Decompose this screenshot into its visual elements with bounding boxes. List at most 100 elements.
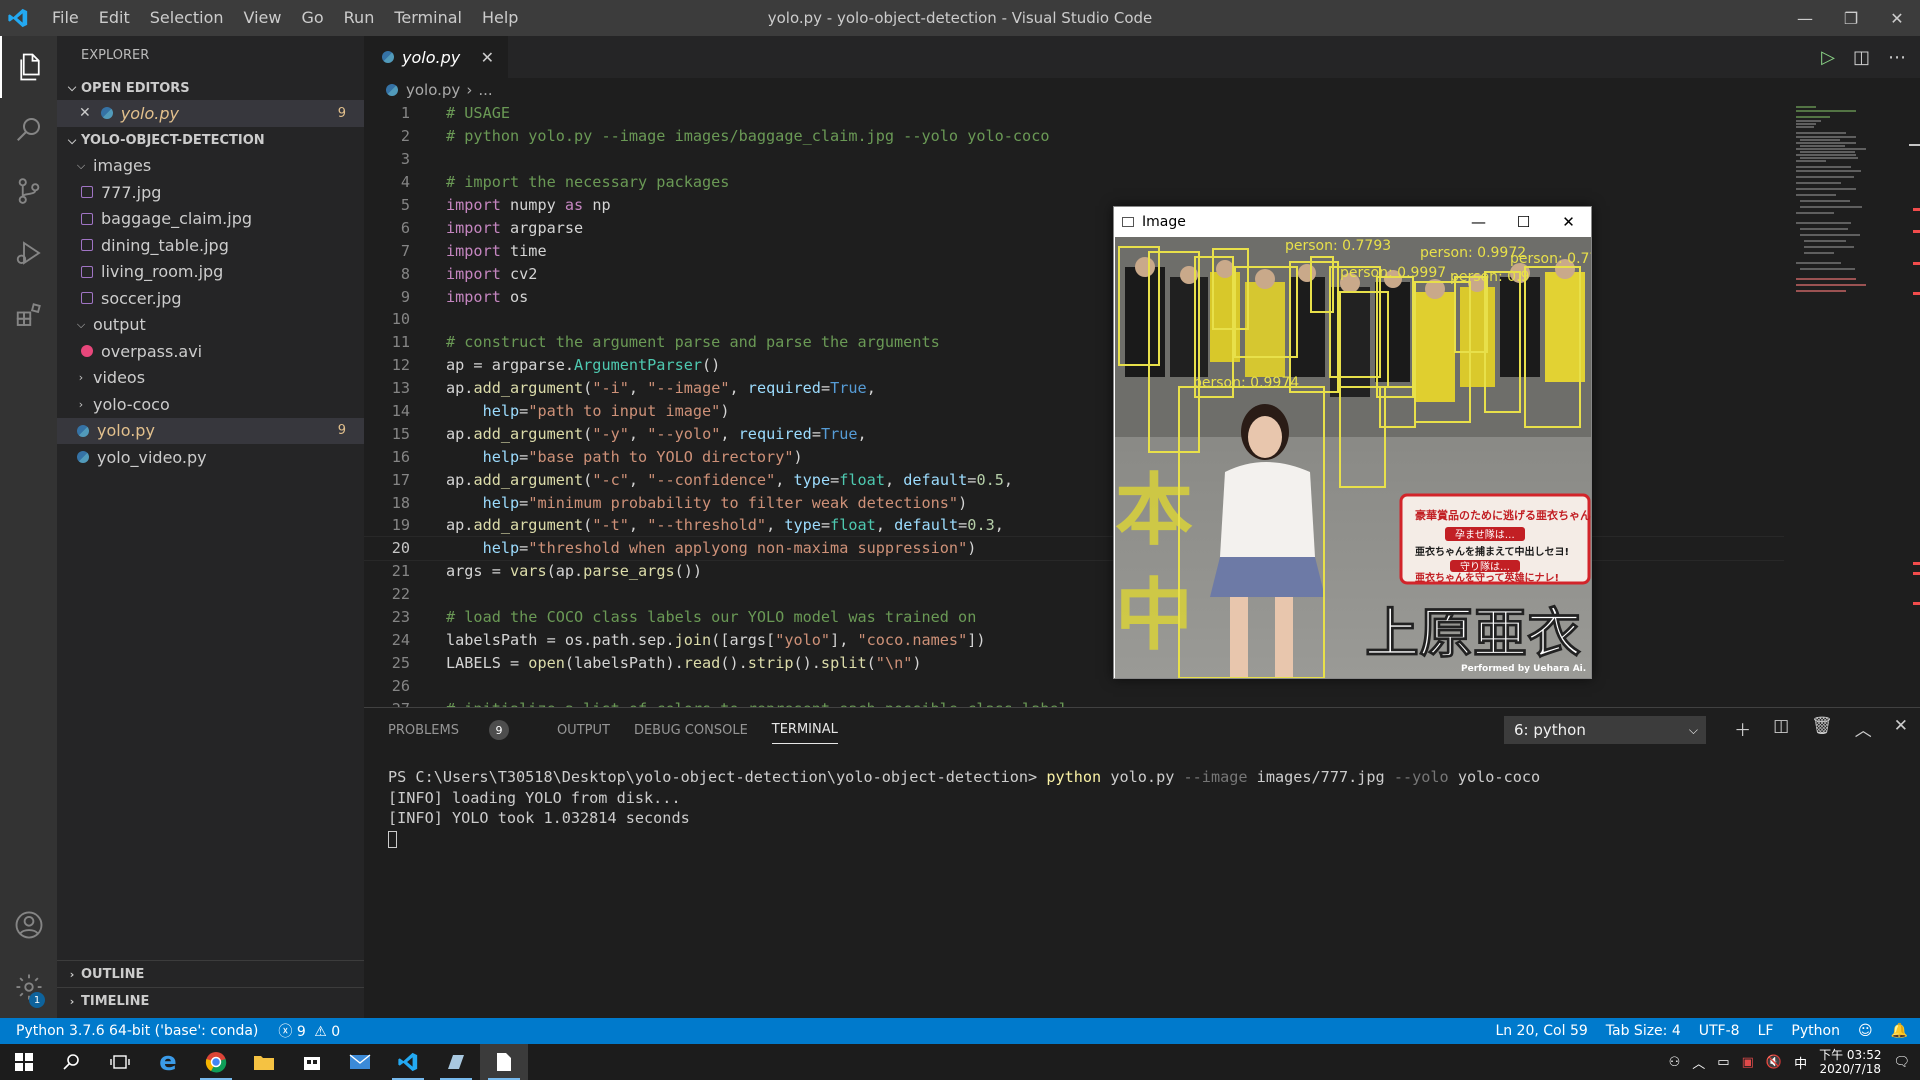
cursor-position[interactable]: Ln 20, Col 59: [1495, 1023, 1587, 1039]
security-icon[interactable]: ▣: [1742, 1055, 1754, 1070]
python-window-icon[interactable]: [432, 1044, 480, 1080]
accounts-icon[interactable]: [0, 894, 57, 956]
search-icon[interactable]: [0, 98, 57, 160]
tree-item-overpass[interactable]: overpass.avi: [57, 338, 364, 365]
outline-section[interactable]: › OUTLINE: [57, 960, 364, 988]
ime-indicator[interactable]: 中: [1794, 1053, 1807, 1072]
tab-terminal[interactable]: TERMINAL: [771, 722, 838, 744]
tab-problems[interactable]: PROBLEMS 9: [388, 720, 533, 740]
terminal-line: [INFO] YOLO took 1.032814 seconds: [388, 809, 690, 827]
new-terminal-icon[interactable]: ＋: [1734, 716, 1751, 741]
tree-item-777[interactable]: 777.jpg: [57, 179, 364, 206]
explorer-icon[interactable]: [0, 36, 57, 98]
chevron-down-icon: ⌵: [76, 317, 86, 331]
tree-folder-output[interactable]: ⌵ output: [57, 312, 364, 339]
svg-text:person: 0.9: person: 0.9: [1450, 269, 1529, 285]
bottom-panel: PROBLEMS 9 OUTPUT DEBUG CONSOLE TERMINAL …: [364, 707, 1920, 1018]
close-tab-icon[interactable]: ✕: [481, 48, 494, 67]
source-control-icon[interactable]: [0, 160, 57, 222]
tab-size[interactable]: Tab Size: 4: [1606, 1023, 1681, 1039]
store-icon[interactable]: [288, 1044, 336, 1080]
minimize-icon[interactable]: —: [1782, 0, 1828, 36]
end-of-line[interactable]: LF: [1758, 1023, 1774, 1039]
task-view-icon[interactable]: [96, 1044, 144, 1080]
minimap[interactable]: [1784, 102, 1904, 707]
editor-actions: ▷ ◫ ⋯: [1821, 36, 1906, 78]
menu-selection[interactable]: Selection: [140, 0, 234, 36]
trash-icon[interactable]: 🗑: [1811, 716, 1833, 741]
more-actions-icon[interactable]: ⋯: [1888, 47, 1906, 68]
open-editors-section[interactable]: ⌵ OPEN EDITORS: [57, 76, 364, 100]
python-file-icon: [77, 451, 89, 464]
close-icon[interactable]: ✕: [1546, 207, 1591, 237]
terminal-output[interactable]: PS C:\Users\T30518\Desktop\yolo-object-d…: [388, 768, 1540, 850]
image-window-controls: — ☐ ✕: [1456, 207, 1591, 237]
menu-terminal[interactable]: Terminal: [384, 0, 472, 36]
python-interpreter[interactable]: Python 3.7.6 64-bit ('base': conda): [16, 1023, 258, 1039]
restore-icon[interactable]: ❐: [1828, 0, 1874, 36]
tree-folder-images[interactable]: ⌵ images: [57, 153, 364, 180]
volume-muted-icon[interactable]: 🔇: [1766, 1055, 1782, 1070]
tree-folder-videos[interactable]: › videos: [57, 365, 364, 392]
tree-item-yolo-py[interactable]: yolo.py 9: [57, 417, 364, 444]
run-debug-icon[interactable]: [0, 222, 57, 284]
people-icon[interactable]: ⚇: [1669, 1055, 1681, 1070]
close-icon[interactable]: ✕: [1874, 0, 1920, 36]
tab-debug-console[interactable]: DEBUG CONSOLE: [634, 723, 748, 738]
notifications-bell-icon[interactable]: 🔔: [1891, 1023, 1908, 1039]
tree-item-yolo-video-py[interactable]: yolo_video.py: [57, 444, 364, 471]
encoding[interactable]: UTF-8: [1699, 1023, 1740, 1039]
breadcrumb-symbol[interactable]: ...: [478, 81, 492, 99]
feedback-icon[interactable]: ☺: [1858, 1023, 1873, 1039]
vscode-logo-icon[interactable]: [0, 0, 36, 36]
chrome-browser-icon[interactable]: [192, 1044, 240, 1080]
menu-run[interactable]: Run: [334, 0, 385, 36]
language-mode[interactable]: Python: [1791, 1023, 1840, 1039]
file-explorer-icon[interactable]: [240, 1044, 288, 1080]
tree-item-dining-table[interactable]: dining_table.jpg: [57, 232, 364, 259]
vscode-taskbar-icon[interactable]: [384, 1044, 432, 1080]
windows-start-icon[interactable]: [0, 1044, 48, 1080]
mail-icon[interactable]: [336, 1044, 384, 1080]
taskbar-search-icon[interactable]: [48, 1044, 96, 1080]
maximize-panel-icon[interactable]: ︿: [1855, 716, 1872, 741]
tree-item-living-room[interactable]: living_room.jpg: [57, 259, 364, 286]
tree-folder-yolo-coco[interactable]: › yolo-coco: [57, 391, 364, 418]
tree-item-baggage-claim[interactable]: baggage_claim.jpg: [57, 206, 364, 233]
menu-go[interactable]: Go: [291, 0, 333, 36]
image-viewer-taskbar-icon[interactable]: [480, 1044, 528, 1080]
menu-view[interactable]: View: [234, 0, 292, 36]
editor-scrollbar[interactable]: [1905, 102, 1920, 707]
breadcrumb-file[interactable]: yolo.py: [406, 81, 460, 99]
tree-item-soccer[interactable]: soccer.jpg: [57, 285, 364, 312]
open-editor-item[interactable]: ✕ yolo.py 9: [57, 100, 364, 127]
project-label: YOLO-OBJECT-DETECTION: [81, 133, 265, 148]
close-editor-icon[interactable]: ✕: [79, 105, 91, 121]
menu-edit[interactable]: Edit: [89, 0, 140, 36]
edge-browser-icon[interactable]: e: [144, 1044, 192, 1080]
tab-output[interactable]: OUTPUT: [557, 723, 610, 738]
detection-image: 本 中 豪華賞品のために逃げる亜衣ちゃん! 孕ませ隊は… 亜衣ちゃんを捕まえて中…: [1115, 237, 1591, 678]
image-window[interactable]: Image — ☐ ✕ 本 中 豪華賞品のために逃げる亜衣ちゃん! 孕ませ隊は……: [1113, 206, 1592, 679]
terminal-select[interactable]: 6: python ⌵: [1504, 716, 1706, 744]
tree-item-label: videos: [93, 368, 146, 388]
timeline-label: TIMELINE: [81, 994, 150, 1009]
problems-status[interactable]: ⓧ 9 ⚠ 0: [278, 1021, 340, 1041]
close-panel-icon[interactable]: ✕: [1894, 716, 1908, 741]
show-hidden-icons[interactable]: ︿: [1692, 1053, 1705, 1072]
clock[interactable]: 下午 03:52 2020/7/18: [1819, 1048, 1881, 1076]
extensions-icon[interactable]: [0, 284, 57, 346]
manage-gear-icon[interactable]: 1: [0, 956, 57, 1018]
project-section[interactable]: ⌵ YOLO-OBJECT-DETECTION: [57, 129, 364, 153]
minimize-icon[interactable]: —: [1456, 207, 1501, 237]
network-icon[interactable]: ▭: [1717, 1055, 1729, 1070]
timeline-section[interactable]: › TIMELINE: [57, 987, 364, 1015]
menu-file[interactable]: File: [42, 0, 89, 36]
split-terminal-icon[interactable]: ◫: [1773, 716, 1789, 741]
action-center-icon[interactable]: 🗨: [1893, 1055, 1910, 1070]
tab-yolo-py[interactable]: yolo.py ✕: [364, 36, 508, 78]
split-editor-icon[interactable]: ◫: [1853, 47, 1870, 68]
maximize-icon[interactable]: ☐: [1501, 207, 1546, 237]
menu-help[interactable]: Help: [472, 0, 528, 36]
run-file-icon[interactable]: ▷: [1821, 47, 1835, 68]
